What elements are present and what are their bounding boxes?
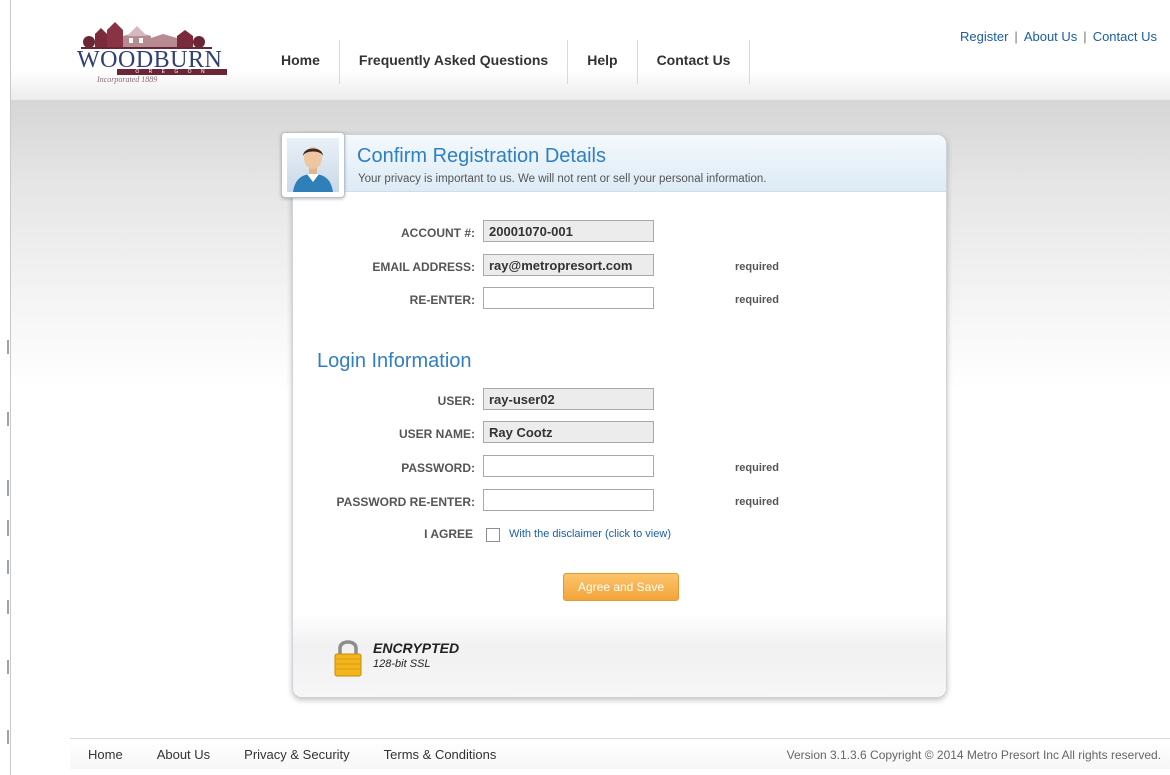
user-name-label: USER NAME: [398, 427, 475, 441]
nav-faq[interactable]: Frequently Asked Questions [340, 40, 569, 84]
password-reenter-label: PASSWORD RE-ENTER: [336, 495, 475, 509]
window-left-edge [0, 0, 11, 775]
agree-checkbox[interactable] [486, 528, 500, 542]
nav-home[interactable]: Home [262, 40, 340, 84]
account-field: 20001070-001 [483, 220, 654, 242]
user-name-field: Ray Cootz [483, 421, 654, 443]
reenter-label: RE-ENTER: [409, 293, 475, 307]
encrypted-subtitle: 128-bit SSL [373, 658, 431, 670]
account-label: ACCOUNT #: [401, 226, 475, 240]
footer-privacy-link[interactable]: Privacy & Security [244, 747, 349, 762]
card-header: Confirm Registration Details Your privac… [281, 132, 946, 198]
edge-marker [7, 600, 9, 614]
email-row: EMAIL ADDRESS: ray@metropresort.com requ… [293, 254, 946, 280]
password-reenter-required-note: required [735, 496, 780, 508]
password-reenter-row: PASSWORD RE-ENTER: required [293, 489, 946, 515]
link-separator: | [1083, 29, 1087, 44]
copyright-text: Version 3.1.3.6 Copyright © 2014 Metro P… [786, 748, 1161, 762]
password-reenter-input[interactable] [483, 489, 654, 511]
user-avatar-icon [293, 147, 333, 192]
agree-label: I AGREE [424, 527, 473, 541]
nav-contact[interactable]: Contact Us [638, 40, 751, 84]
contact-us-link[interactable]: Contact Us [1093, 29, 1157, 44]
agree-and-save-button[interactable]: Agree and Save [563, 573, 679, 601]
woodburn-logo[interactable]: WOODBURN O R E G O N Incorporated 1889 [67, 14, 242, 84]
footer-terms-link[interactable]: Terms & Conditions [384, 747, 497, 762]
main-nav: Home Frequently Asked Questions Help Con… [262, 40, 751, 84]
nav-help[interactable]: Help [568, 40, 638, 84]
card-title: Confirm Registration Details [357, 145, 606, 167]
card-subtitle: Your privacy is important to us. We will… [358, 173, 767, 185]
user-name-row: USER NAME: Ray Cootz [293, 421, 946, 447]
edge-marker [7, 660, 9, 674]
edge-marker [7, 520, 9, 536]
top-links: Register | About Us | Contact Us [960, 29, 1157, 44]
footer-home-link[interactable]: Home [88, 747, 123, 762]
user-field: ray-user02 [483, 388, 654, 410]
logo-incorporated: Incorporated 1889 [97, 75, 158, 84]
edge-marker [7, 480, 9, 496]
user-label: USER: [437, 394, 475, 408]
login-section-title: Login Information [317, 350, 472, 372]
disclaimer-link[interactable]: With the disclaimer (click to view) [509, 528, 671, 540]
reenter-row: RE-ENTER: required [293, 287, 946, 313]
encrypted-title: ENCRYPTED [373, 640, 460, 656]
email-required-note: required [735, 261, 780, 273]
password-input[interactable] [483, 455, 654, 477]
reenter-email-input[interactable] [483, 287, 654, 309]
edge-marker [7, 730, 9, 744]
avatar [281, 132, 345, 198]
site-footer: Home About Us Privacy & Security Terms &… [70, 738, 1170, 769]
card-footer: ENCRYPTED 128-bit SSL [293, 613, 946, 697]
agree-row: I AGREE With the disclaimer (click to vi… [293, 523, 946, 545]
link-separator: | [1014, 29, 1018, 44]
about-us-link[interactable]: About Us [1024, 29, 1077, 44]
email-label: EMAIL ADDRESS: [372, 260, 475, 274]
lock-icon [334, 640, 362, 677]
reenter-required-note: required [735, 294, 780, 306]
edge-marker [7, 412, 9, 426]
edge-marker [7, 560, 9, 574]
password-row: PASSWORD: required [293, 455, 946, 481]
footer-nav: Home About Us Privacy & Security Terms &… [88, 747, 530, 762]
password-required-note: required [735, 462, 780, 474]
footer-about-link[interactable]: About Us [157, 747, 210, 762]
account-row: ACCOUNT #: 20001070-001 [293, 220, 946, 246]
edge-marker [7, 340, 9, 354]
register-link[interactable]: Register [960, 29, 1008, 44]
email-field: ray@metropresort.com [483, 254, 654, 276]
user-row: USER: ray-user02 [293, 388, 946, 414]
password-label: PASSWORD: [401, 461, 475, 475]
registration-card: Confirm Registration Details Your privac… [281, 132, 947, 698]
